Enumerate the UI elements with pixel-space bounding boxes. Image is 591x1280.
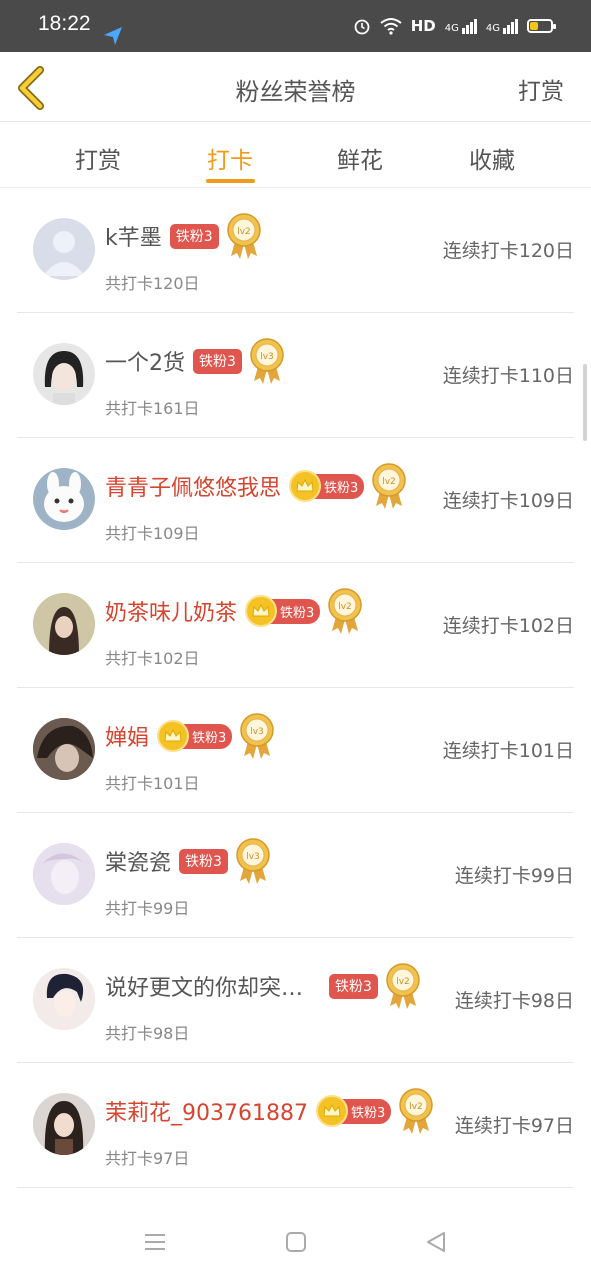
avatar[interactable] bbox=[33, 968, 95, 1030]
status-bar: 18:22 HD 4G 4G bbox=[0, 0, 591, 52]
medal-icon: lv3 bbox=[250, 338, 284, 384]
status-time: 18:22 bbox=[38, 12, 91, 35]
total-checkin: 共打卡102日 bbox=[105, 649, 200, 668]
medal-icon: lv2 bbox=[372, 463, 407, 509]
tab-flowers[interactable]: 鲜花 bbox=[320, 141, 400, 175]
fan-level-badge: 铁粉3 bbox=[329, 973, 378, 999]
user-name[interactable]: 说好更文的你却突… bbox=[105, 970, 303, 1002]
streak-checkin: 连续打卡99日 bbox=[454, 865, 574, 887]
medal-level: lv2 bbox=[409, 1102, 423, 1112]
home-icon[interactable] bbox=[284, 1230, 308, 1254]
total-checkin: 共打卡109日 bbox=[105, 524, 200, 543]
total-checkin: 共打卡98日 bbox=[105, 1024, 190, 1043]
battery-icon bbox=[527, 19, 556, 33]
avatar[interactable] bbox=[33, 343, 95, 405]
total-checkin: 共打卡99日 bbox=[105, 899, 190, 918]
user-name[interactable]: 一个2货 bbox=[105, 345, 185, 377]
avatar[interactable] bbox=[33, 843, 95, 905]
medal-icon: lv3 bbox=[240, 713, 275, 759]
system-navigation-bar bbox=[0, 1200, 591, 1280]
crown-icon bbox=[296, 479, 314, 492]
list-item[interactable]: 奶茶味儿奶茶 铁粉3 lv2 共打卡102日 连续打卡102日 bbox=[17, 563, 574, 688]
fan-level-badge: 铁粉3 bbox=[169, 223, 219, 249]
total-checkin: 共打卡120日 bbox=[105, 274, 200, 293]
medal-level: lv3 bbox=[251, 727, 265, 737]
user-name[interactable]: 棠瓷瓷 bbox=[105, 845, 171, 877]
streak-checkin: 连续打卡109日 bbox=[442, 490, 574, 512]
fan-list: k芊墨 铁粉3 lv2 共打卡120日 连续打卡120日 一个2货 铁粉3 lv… bbox=[0, 188, 591, 1188]
total-checkin: 共打卡161日 bbox=[105, 399, 200, 418]
streak-checkin: 连续打卡98日 bbox=[454, 990, 574, 1012]
list-item[interactable]: 青青子佩悠悠我思 铁粉3 lv2 共打卡109日 连续打卡109日 bbox=[17, 438, 574, 563]
crown-icon bbox=[252, 604, 270, 617]
avatar[interactable] bbox=[33, 218, 95, 280]
medal-level: lv2 bbox=[396, 977, 410, 987]
avatar[interactable] bbox=[33, 593, 95, 655]
list-item[interactable]: 一个2货 铁粉3 lv3 共打卡161日 连续打卡110日 bbox=[17, 313, 574, 438]
signal-2: 4G bbox=[486, 18, 518, 34]
menu-icon[interactable] bbox=[143, 1230, 167, 1254]
medal-icon: lv2 bbox=[399, 1088, 434, 1134]
total-checkin: 共打卡97日 bbox=[105, 1149, 190, 1168]
medal-icon: lv3 bbox=[236, 838, 270, 884]
back-triangle-icon[interactable] bbox=[424, 1230, 448, 1254]
user-name[interactable]: 青青子佩悠悠我思 bbox=[105, 470, 281, 502]
streak-checkin: 连续打卡120日 bbox=[442, 240, 574, 262]
list-item[interactable]: 婵娟 铁粉3 lv3 共打卡101日 连续打卡101日 bbox=[17, 688, 574, 813]
list-item[interactable]: 茉莉花_903761887 铁粉3 lv2 共打卡97日 连续打卡97日 bbox=[17, 1063, 574, 1188]
list-item[interactable]: k芊墨 铁粉3 lv2 共打卡120日 连续打卡120日 bbox=[17, 188, 574, 313]
streak-checkin: 连续打卡110日 bbox=[442, 365, 574, 387]
wifi-icon bbox=[380, 18, 402, 35]
streak-checkin: 连续打卡97日 bbox=[454, 1115, 574, 1137]
crown-icon bbox=[164, 729, 182, 742]
crown-fan-badge: 铁粉3 bbox=[245, 595, 321, 627]
reward-button[interactable]: 打赏 bbox=[518, 72, 564, 106]
status-icons: HD 4G 4G bbox=[353, 14, 556, 38]
avatar[interactable] bbox=[33, 718, 95, 780]
tab-checkin[interactable]: 打卡 bbox=[190, 141, 270, 175]
medal-level: lv3 bbox=[260, 352, 274, 362]
network-hd-label: HD bbox=[410, 17, 436, 35]
medal-level: lv2 bbox=[237, 227, 251, 237]
tab-reward[interactable]: 打赏 bbox=[58, 141, 138, 175]
crown-fan-badge: 铁粉3 bbox=[157, 720, 233, 752]
user-name[interactable]: k芊墨 bbox=[105, 220, 162, 252]
page-title: 粉丝荣誉榜 bbox=[235, 78, 356, 106]
medal-level: lv2 bbox=[383, 477, 397, 487]
medal-icon: lv2 bbox=[386, 963, 420, 1009]
streak-checkin: 连续打卡101日 bbox=[442, 740, 574, 762]
medal-level: lv3 bbox=[246, 852, 260, 862]
crown-fan-badge: 铁粉3 bbox=[315, 1095, 392, 1127]
scrollbar[interactable] bbox=[583, 364, 587, 441]
fan-level-badge: 铁粉3 bbox=[179, 848, 228, 874]
list-item[interactable]: 说好更文的你却突… 铁粉3 lv2 共打卡98日 连续打卡98日 bbox=[17, 938, 574, 1063]
tab-favorites[interactable]: 收藏 bbox=[452, 141, 532, 175]
medal-level: lv2 bbox=[339, 602, 353, 612]
alarm-icon bbox=[354, 19, 370, 35]
list-item[interactable]: 棠瓷瓷 铁粉3 lv3 共打卡99日 连续打卡99日 bbox=[17, 813, 574, 938]
user-name[interactable]: 婵娟 bbox=[105, 720, 149, 752]
avatar[interactable] bbox=[33, 468, 95, 530]
medal-icon: lv2 bbox=[328, 588, 363, 634]
crown-icon bbox=[323, 1104, 341, 1117]
signal-1: 4G bbox=[445, 18, 477, 34]
user-name[interactable]: 奶茶味儿奶茶 bbox=[105, 595, 237, 627]
medal-icon: lv2 bbox=[226, 213, 261, 259]
crown-fan-badge: 铁粉3 bbox=[289, 470, 365, 502]
page-header: 粉丝荣誉榜 打赏 bbox=[0, 52, 591, 122]
user-name[interactable]: 茉莉花_903761887 bbox=[105, 1095, 308, 1127]
active-tab-indicator bbox=[206, 179, 255, 183]
total-checkin: 共打卡101日 bbox=[105, 774, 200, 793]
fan-level-badge: 铁粉3 bbox=[193, 348, 242, 374]
streak-checkin: 连续打卡102日 bbox=[442, 615, 574, 637]
tab-bar: 打赏 打卡 鲜花 收藏 bbox=[0, 123, 591, 188]
navigation-arrow-icon bbox=[104, 27, 122, 45]
avatar[interactable] bbox=[33, 1093, 95, 1155]
